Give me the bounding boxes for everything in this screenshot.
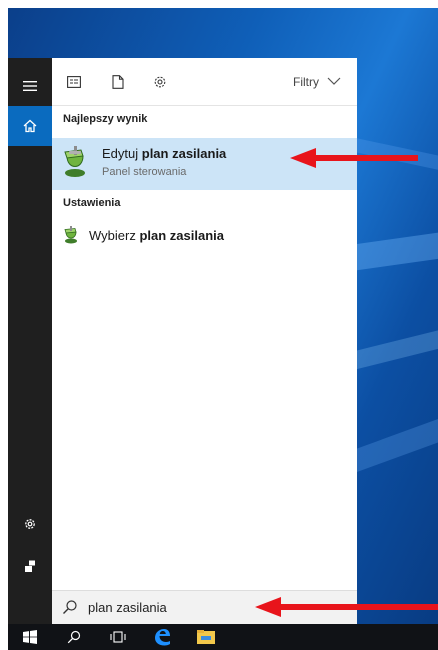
edge-browser-icon <box>155 629 170 646</box>
search-results-panel: Filtry Najlepszy wynik Edytuj plan zasil… <box>52 58 357 624</box>
search-icon <box>67 630 81 644</box>
settings-icon <box>154 76 166 88</box>
task-view-button[interactable] <box>98 624 138 650</box>
file-explorer-icon <box>197 630 215 644</box>
settings-heading: Ustawienia <box>63 197 121 209</box>
hamburger-menu-button[interactable] <box>8 66 52 106</box>
settings-result[interactable]: Wybierz plan zasilania <box>52 224 357 254</box>
annotation-arrow-search <box>255 597 438 617</box>
settings-result-title: Wybierz plan zasilania <box>89 228 224 243</box>
settings-button[interactable] <box>8 504 52 544</box>
apps-filter-button[interactable] <box>64 72 84 92</box>
search-icon <box>63 600 77 614</box>
start-button[interactable] <box>10 624 50 650</box>
filters-label[interactable]: Filtry <box>293 75 319 89</box>
documents-filter-button[interactable] <box>108 72 128 92</box>
best-result-title: Edytuj plan zasilania <box>102 146 227 161</box>
apps-icon <box>67 76 81 88</box>
hamburger-icon <box>23 81 37 91</box>
home-icon <box>23 119 37 133</box>
start-menu-rail <box>8 58 52 624</box>
document-icon <box>112 75 124 89</box>
windows-start-icon <box>23 630 37 644</box>
settings-icon <box>25 519 35 529</box>
task-view-icon <box>110 631 126 643</box>
chevron-down-icon[interactable] <box>325 72 343 90</box>
home-button[interactable] <box>8 106 52 146</box>
user-icon <box>25 560 35 572</box>
account-button[interactable] <box>8 546 52 586</box>
power-plan-settings-icon <box>64 226 77 244</box>
edge-browser-button[interactable] <box>142 624 182 650</box>
file-explorer-button[interactable] <box>186 624 226 650</box>
settings-filter-button[interactable] <box>150 72 170 92</box>
best-match-heading: Najlepszy wynik <box>63 113 148 125</box>
power-options-icon <box>64 146 85 177</box>
annotation-arrow-result <box>290 148 418 168</box>
best-result-subtitle: Panel sterowania <box>102 166 187 178</box>
filter-bar: Filtry <box>52 58 357 106</box>
search-input[interactable]: plan zasilania <box>88 600 167 615</box>
taskbar <box>8 624 438 650</box>
taskbar-search-button[interactable] <box>54 624 94 650</box>
